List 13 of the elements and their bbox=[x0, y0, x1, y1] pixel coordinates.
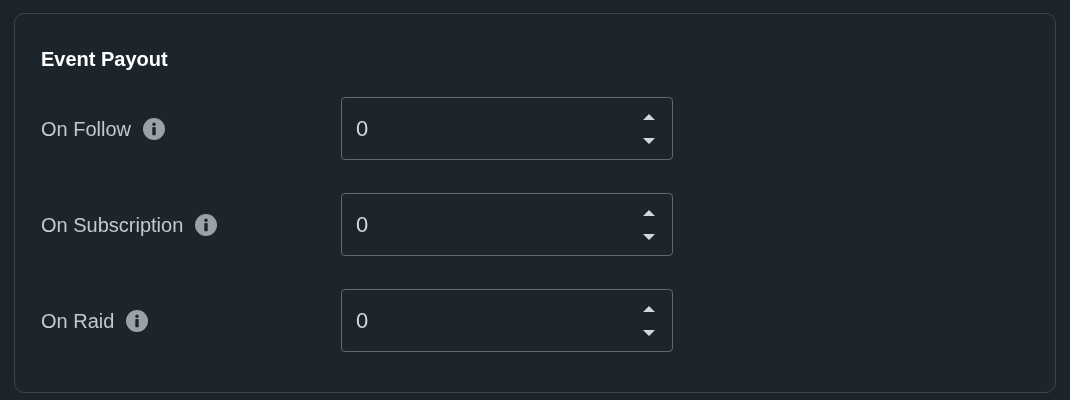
info-icon[interactable] bbox=[126, 309, 149, 332]
spinner-arrows-icon[interactable] bbox=[642, 303, 656, 338]
field-label: On Subscription bbox=[41, 212, 184, 238]
field-label: On Raid bbox=[41, 308, 115, 334]
number-input[interactable]: 0 bbox=[341, 193, 673, 256]
section-title: Event Payout bbox=[41, 47, 169, 72]
spinner-arrows-icon[interactable] bbox=[642, 111, 656, 146]
spinner-arrows-icon[interactable] bbox=[642, 207, 656, 242]
number-input[interactable]: 0 bbox=[341, 97, 673, 160]
info-icon[interactable] bbox=[195, 213, 218, 236]
number-input[interactable]: 0 bbox=[341, 289, 673, 352]
info-icon[interactable] bbox=[143, 117, 166, 140]
field-label: On Follow bbox=[41, 116, 132, 142]
